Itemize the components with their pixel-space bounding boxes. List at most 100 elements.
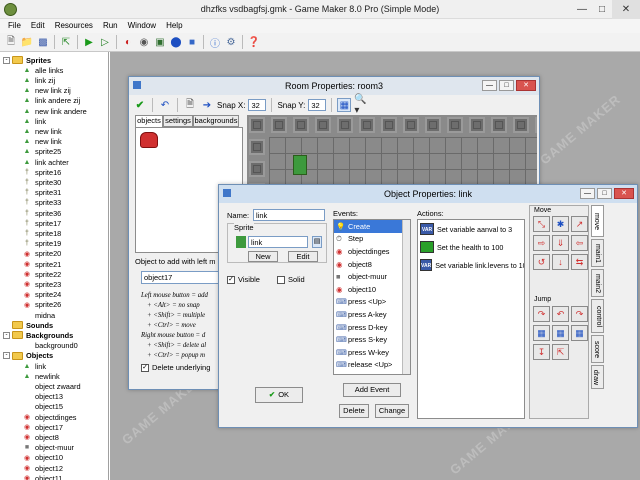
event-item[interactable]: ⌨ press D-key: [334, 321, 410, 334]
action-item[interactable]: VAR Set variable link.levens to 10: [418, 256, 524, 274]
checkmark-icon[interactable]: ✔: [133, 98, 147, 112]
move-action-icon[interactable]: ⤡: [533, 216, 550, 232]
actions-list[interactable]: VAR Set variable aanval to 3 HP Set the hea…: [417, 219, 525, 419]
maximize-button[interactable]: □: [592, 0, 612, 19]
tree-item[interactable]: ▲ new link: [22, 126, 62, 136]
room-minimize-button[interactable]: —: [482, 80, 497, 91]
move-action-icon[interactable]: ↺: [533, 254, 550, 270]
edit-sprite-button[interactable]: Edit: [288, 251, 318, 262]
tree-folder[interactable]: +Sounds: [3, 320, 53, 330]
tab-objects[interactable]: objects: [135, 115, 163, 127]
jump-action-icon[interactable]: ▦: [571, 325, 588, 341]
tree-item[interactable]: † sprite30: [22, 177, 61, 187]
tab-draw[interactable]: draw: [591, 365, 604, 389]
tree-item[interactable]: ▲ link: [22, 361, 47, 371]
tree-item[interactable]: ▲ link andere zij: [22, 96, 81, 106]
run-icon[interactable]: ▶: [82, 35, 96, 49]
tree-item[interactable]: † sprite31: [22, 188, 61, 198]
tree-item[interactable]: ◉ sprite26: [22, 300, 61, 310]
shift-icon[interactable]: ➔: [200, 98, 214, 112]
event-item[interactable]: ⌨ press A-key: [334, 308, 410, 321]
tree-item[interactable]: ▲ new link zij: [22, 86, 71, 96]
undo-icon[interactable]: ↶: [158, 98, 172, 112]
event-item[interactable]: ⌨ press <Up>: [334, 296, 410, 309]
tree-item[interactable]: † sprite36: [22, 208, 61, 218]
new-file-icon[interactable]: 🗎: [4, 35, 18, 49]
jump-action-icon[interactable]: ⇱: [552, 344, 569, 360]
tree-item[interactable]: ◉ sprite22: [22, 269, 61, 279]
menu-file[interactable]: File: [3, 19, 26, 33]
global-settings-icon[interactable]: ⚙: [224, 35, 238, 49]
tree-item[interactable]: † sprite16: [22, 167, 61, 177]
sprite-select[interactable]: link: [248, 236, 308, 248]
tree-item[interactable]: † sprite19: [22, 239, 61, 249]
jump-action-icon[interactable]: ↷: [533, 306, 550, 322]
jump-action-icon[interactable]: ▦: [533, 325, 550, 341]
tree-item[interactable]: object15: [22, 402, 63, 412]
object-close-button[interactable]: ✕: [614, 188, 634, 199]
close-button[interactable]: ✕: [612, 0, 640, 19]
minimize-button[interactable]: —: [572, 0, 592, 19]
menu-help[interactable]: Help: [161, 19, 187, 33]
move-action-icon[interactable]: ↗: [571, 216, 588, 232]
tree-item[interactable]: object13: [22, 392, 63, 402]
snap-x-input[interactable]: 32: [248, 99, 267, 111]
debug-run-icon[interactable]: ▷: [98, 35, 112, 49]
open-folder-icon[interactable]: 📁: [20, 35, 34, 49]
add-room-icon[interactable]: ■: [185, 35, 199, 49]
tree-item[interactable]: ▲ newlink: [22, 371, 60, 381]
collapse-icon[interactable]: -: [3, 352, 10, 360]
menu-resources[interactable]: Resources: [50, 19, 98, 33]
tree-item[interactable]: ▲ link achter: [22, 157, 69, 167]
event-item[interactable]: 💡 Create: [334, 220, 410, 233]
tab-settings[interactable]: settings: [163, 115, 193, 127]
tab-move[interactable]: move: [591, 205, 604, 237]
zoom-icon[interactable]: 🔍▾: [354, 94, 368, 116]
object-minimize-button[interactable]: —: [580, 188, 595, 199]
link-sprite-instance[interactable]: [293, 155, 307, 175]
jump-action-icon[interactable]: ↶: [552, 306, 569, 322]
delete-event-button[interactable]: Delete: [339, 404, 369, 418]
event-item[interactable]: ⌨ press W-key: [334, 346, 410, 359]
event-item[interactable]: ⏱ Step: [334, 233, 410, 246]
jump-action-icon[interactable]: ↷: [571, 306, 588, 322]
delete-underlying-checkbox[interactable]: ✓: [141, 363, 149, 372]
save-icon[interactable]: ▩: [36, 35, 50, 49]
tab-control[interactable]: control: [591, 299, 604, 333]
tree-item[interactable]: † sprite33: [22, 198, 61, 208]
collapse-icon[interactable]: -: [3, 56, 10, 64]
event-item[interactable]: ◉ object8: [334, 258, 410, 271]
tab-score[interactable]: score: [591, 335, 604, 363]
tree-folder[interactable]: - Objects: [3, 351, 53, 361]
tree-item[interactable]: background0: [22, 341, 78, 351]
tree-item[interactable]: midna: [22, 310, 55, 320]
tree-item[interactable]: ◉ objectdinges: [22, 412, 77, 422]
visible-checkbox[interactable]: ✓: [227, 275, 235, 284]
tab-main2[interactable]: main2: [591, 269, 604, 297]
new-sprite-button[interactable]: New: [248, 251, 278, 262]
add-object-icon[interactable]: ⬤: [169, 35, 183, 49]
tree-item[interactable]: ◉ object8: [22, 432, 59, 442]
add-sprite-icon[interactable]: ◐: [121, 35, 135, 49]
add-background-icon[interactable]: ▣: [153, 35, 167, 49]
room-close-button[interactable]: ✕: [516, 80, 536, 91]
move-action-icon[interactable]: ⇨: [533, 235, 550, 251]
action-item[interactable]: VAR Set variable aanval to 3: [418, 220, 524, 238]
tree-item[interactable]: ▲ new link andere: [22, 106, 87, 116]
tree-item[interactable]: ◉ sprite20: [22, 249, 61, 259]
export-icon[interactable]: ⇱: [59, 35, 73, 49]
event-item[interactable]: ■ object-muur: [334, 270, 410, 283]
move-action-icon[interactable]: ⇓: [552, 235, 569, 251]
grid-toggle-icon[interactable]: ▦: [337, 98, 352, 112]
tree-item[interactable]: ▲ sprite25: [22, 147, 62, 157]
room-maximize-button[interactable]: □: [499, 80, 514, 91]
tree-item[interactable]: ▲ link zij: [22, 75, 56, 85]
event-item[interactable]: ◉ object10: [334, 283, 410, 296]
tree-item[interactable]: ▲ new link: [22, 137, 62, 147]
collapse-icon[interactable]: -: [3, 331, 10, 339]
move-action-icon[interactable]: ✱: [552, 216, 569, 232]
tree-item[interactable]: ◉ sprite23: [22, 279, 61, 289]
tree-item[interactable]: † sprite17: [22, 218, 61, 228]
event-item[interactable]: ◉ objectdinges: [334, 245, 410, 258]
tab-main1[interactable]: main1: [591, 239, 604, 267]
